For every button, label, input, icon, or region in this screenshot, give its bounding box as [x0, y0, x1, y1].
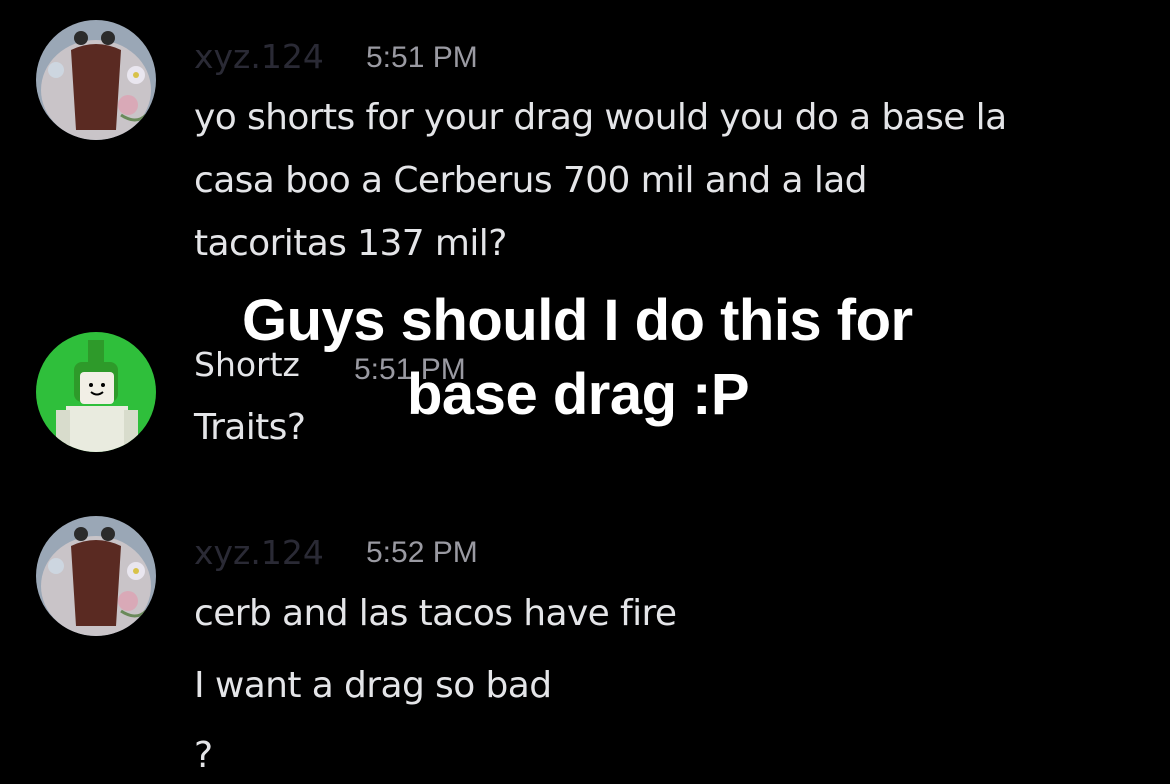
message-line: casa boo a Cerberus 700 mil and a lad — [194, 160, 868, 201]
timestamp: 5:52 PM — [366, 536, 478, 569]
message-line: I want a drag so bad — [194, 665, 552, 706]
avatar-shortz[interactable] — [36, 332, 156, 452]
author-name[interactable]: xyz.124 — [194, 40, 324, 73]
avatar-xyz[interactable] — [36, 20, 156, 140]
message-line: cerb and las tacos have fire — [194, 593, 677, 634]
message-line: yo shorts for your drag would you do a b… — [194, 97, 1007, 138]
overlay-caption-line-1: Guys should I do this for — [242, 288, 913, 353]
message-line: Traits? — [194, 407, 306, 448]
timestamp: 5:51 PM — [366, 41, 478, 74]
author-name[interactable]: xyz.124 — [194, 536, 324, 569]
message-line: ? — [194, 735, 213, 776]
message-line: tacoritas 137 mil? — [194, 223, 507, 264]
overlay-caption-line-2: base drag :P — [407, 362, 750, 427]
avatar-xyz[interactable] — [36, 516, 156, 636]
